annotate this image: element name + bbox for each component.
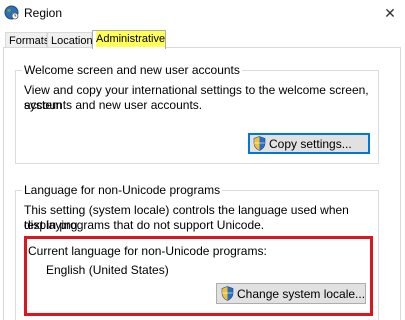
tab-location[interactable]: Location — [47, 32, 93, 48]
tab-formats[interactable]: Formats — [5, 32, 49, 48]
welcome-screen-group: Welcome screen and new user accounts Vie… — [15, 63, 379, 164]
non-unicode-description-line2: text in programs that do not support Uni… — [24, 218, 265, 232]
non-unicode-group-title: Language for non-Unicode programs — [22, 183, 223, 197]
tab-strip: Formats Location Administrative — [0, 30, 405, 49]
uac-shield-icon — [253, 136, 266, 151]
welcome-group-title: Welcome screen and new user accounts — [22, 63, 242, 77]
annotation-highlight-box — [24, 236, 373, 316]
copy-settings-button[interactable]: Copy settings... — [248, 133, 370, 154]
close-icon: ✕ — [384, 4, 396, 21]
welcome-group-description-line2: accounts and new user accounts. — [24, 98, 203, 112]
tab-administrative-label: Administrative — [96, 31, 166, 47]
title-bar: Region ✕ — [0, 0, 405, 28]
window-title: Region — [24, 6, 63, 20]
tab-administrative[interactable]: Administrative — [92, 30, 166, 49]
copy-settings-label: Copy settings... — [269, 136, 352, 151]
globe-clock-icon — [4, 5, 19, 20]
region-window: Region ✕ Formats Location Administrative… — [0, 0, 405, 320]
close-button[interactable]: ✕ — [375, 0, 405, 26]
